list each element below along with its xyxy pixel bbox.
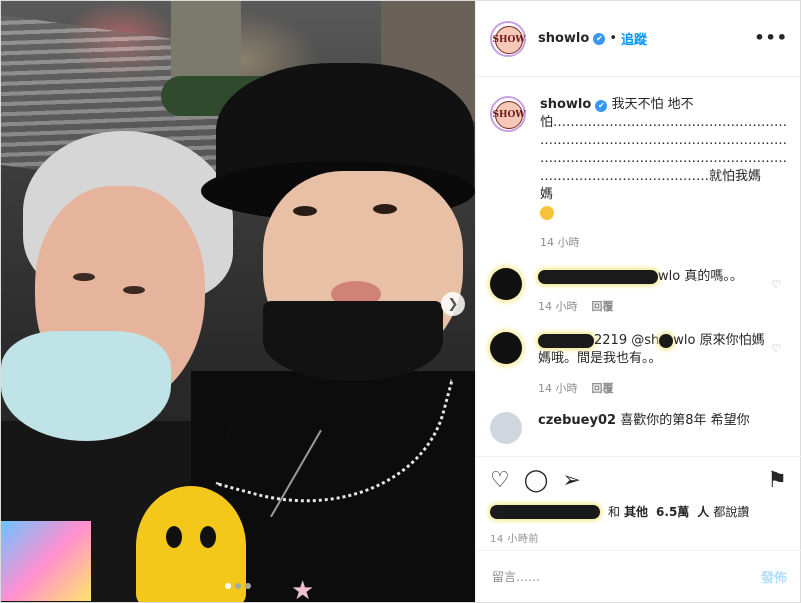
share-icon[interactable]: ➢ (562, 468, 580, 493)
caption-line: ………………………………………………… (540, 151, 787, 166)
bookmark-icon[interactable]: ⚑ (767, 468, 787, 493)
woman-face-mask (1, 331, 171, 441)
caption-line: …………………………………就怕我媽媽 (540, 169, 762, 202)
post-caption: SHOW showlo ✔ 我天不怕 地不 怕………………………………………………… (490, 96, 787, 250)
caption-line: 怕……………………………………………… (540, 115, 788, 130)
tongue-emoji-icon (540, 205, 554, 220)
comment-text: czebuey02 喜歡你的第8年 希望你 (538, 412, 766, 444)
carousel-next-button[interactable]: ❯ (441, 292, 465, 316)
comment-input[interactable] (490, 568, 761, 585)
comment-body: 真的嗎。。 (684, 269, 743, 284)
header-username[interactable]: showlo (538, 31, 589, 46)
post-side-panel: SHOW showlo ✔ • 追蹤 ••• SHOW showlo ✔ 我天不怕… (475, 1, 801, 602)
follow-button[interactable]: 追蹤 (621, 29, 647, 48)
likes-people[interactable]: 人 (697, 503, 709, 520)
action-icons: ♡ ◯ ➢ ⚑ (490, 463, 787, 497)
reply-button[interactable]: 回覆 (592, 382, 614, 395)
comment-item: 2219 @sh wlo 原來你怕媽媽哦。間是我也有。。 14 小時 回覆 ♡ (490, 332, 787, 396)
woman-shirt-print (1, 521, 91, 601)
woman-eye-right (123, 286, 145, 294)
likes-count[interactable]: 6.5萬 (656, 503, 689, 520)
heart-icon[interactable]: ♡ (490, 468, 510, 493)
more-options-icon[interactable]: ••• (754, 28, 788, 47)
caption-line: ………………………………………………… (540, 133, 787, 148)
caption-time[interactable]: 14 小時 (540, 234, 768, 250)
carousel-dot (245, 583, 251, 589)
post-header: SHOW showlo ✔ • 追蹤 ••• (476, 1, 800, 77)
comment-username[interactable]: czebuey02 (538, 413, 616, 428)
header-separator: • (609, 31, 617, 46)
caption-text: showlo ✔ 我天不怕 地不 怕……………………………………………… …………… (540, 96, 787, 222)
comment-body: 喜歡你的第8年 希望你 (620, 413, 750, 428)
likes-and: 和 (608, 505, 621, 519)
star-print: ★ (291, 576, 315, 602)
post-actions: ♡ ◯ ➢ ⚑ 和 其他 6.5萬 人 都說讚 14 小時前 (476, 456, 801, 545)
redacted-username (538, 269, 658, 284)
comment-like-heart-icon[interactable]: ♡ (771, 278, 781, 291)
instagram-post: ★ ❯ SHOW showlo ✔ • 追蹤 ••• SHOW showlo ✔… (0, 0, 801, 603)
comment-item: wlo 真的嗎。。 14 小時 回覆 ♡ (490, 268, 787, 314)
redacted-mention (659, 333, 674, 348)
photo-pillar (171, 1, 241, 81)
comment-like-heart-icon[interactable]: ♡ (771, 342, 781, 355)
woman-eye-left (73, 273, 95, 281)
comment-text: 2219 @sh wlo 原來你怕媽媽哦。間是我也有。。 (538, 332, 766, 368)
caption-line: 我天不怕 地不 (611, 97, 694, 112)
comment-meta: 14 小時 回覆 (538, 298, 766, 314)
verified-badge-icon: ✔ (593, 32, 606, 45)
comment-avatar[interactable] (490, 412, 522, 444)
avatar[interactable]: SHOW (490, 20, 526, 57)
likes-others[interactable]: 其他 (624, 503, 648, 520)
post-comment-button[interactable]: 發佈 (761, 567, 787, 586)
avatar-logo: SHOW (493, 101, 525, 129)
comment-meta: 14 小時 回覆 (538, 380, 766, 396)
avatar-logo: SHOW (493, 25, 525, 54)
man-eye-right (373, 204, 397, 214)
reply-button[interactable]: 回覆 (592, 300, 614, 313)
comment-icon[interactable]: ◯ (524, 468, 549, 493)
comment-item-partial: czebuey02 喜歡你的第8年 希望你 (490, 412, 787, 444)
comment-avatar[interactable] (490, 332, 522, 364)
comment-username-tail[interactable]: 2219 @sh (594, 333, 659, 348)
comment-mention-tail[interactable]: wlo (673, 333, 695, 348)
verified-badge-icon: ✔ (595, 100, 608, 112)
chevron-right-icon: ❯ (447, 296, 459, 312)
comment-time[interactable]: 14 小時 (538, 300, 578, 313)
comment-avatar[interactable] (490, 268, 522, 300)
comment-username-tail[interactable]: wlo (658, 269, 680, 284)
likes-liked: 都說讚 (713, 505, 750, 519)
comment-text: wlo 真的嗎。。 (538, 268, 766, 286)
add-comment-bar: 發佈 (476, 550, 801, 602)
caption-avatar[interactable]: SHOW (490, 96, 526, 132)
comment-time[interactable]: 14 小時 (538, 382, 578, 395)
carousel-dot (225, 583, 231, 589)
post-photo[interactable]: ★ ❯ (1, 1, 475, 602)
redacted-liker (490, 504, 600, 519)
man-eye-left (293, 206, 317, 216)
caption-username[interactable]: showlo (540, 97, 591, 112)
likes-summary: 和 其他 6.5萬 人 都說讚 (490, 503, 787, 520)
comments-list[interactable]: SHOW showlo ✔ 我天不怕 地不 怕………………………………………………… (476, 78, 801, 454)
redacted-username (538, 333, 594, 348)
carousel-dots (1, 583, 475, 589)
post-timestamp[interactable]: 14 小時前 (490, 530, 787, 545)
carousel-dot (235, 583, 241, 589)
